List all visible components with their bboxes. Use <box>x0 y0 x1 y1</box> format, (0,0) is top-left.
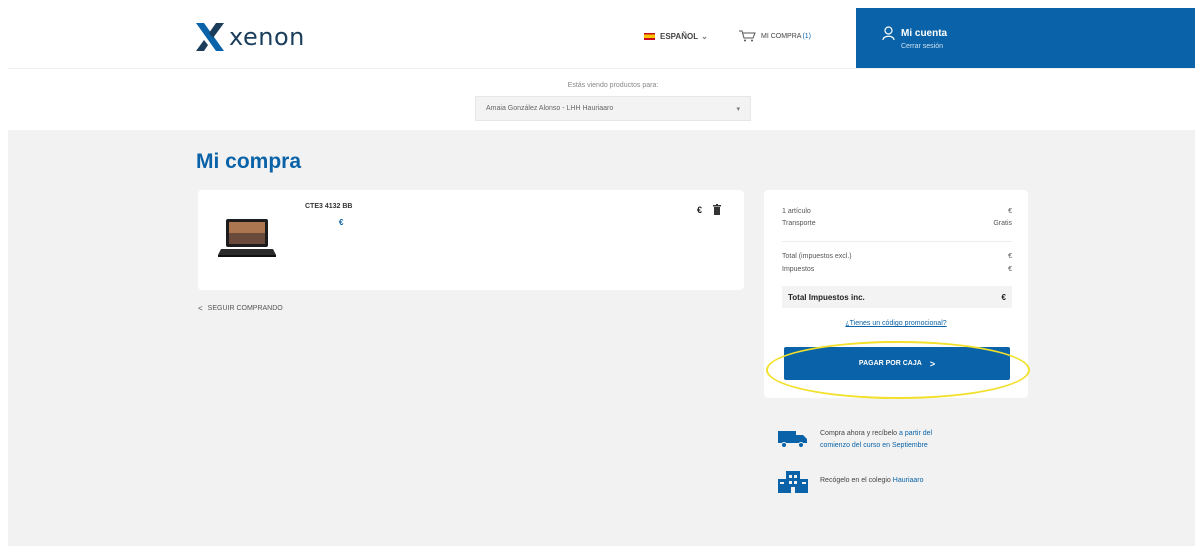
account-title[interactable]: Mi cuenta <box>901 28 947 39</box>
subtotal-value: € <box>1008 253 1012 260</box>
summary-divider <box>782 241 1012 242</box>
shipping-label: Transporte <box>782 220 816 227</box>
delivery-text: Compra ahora y recíbelo a partir del com… <box>820 428 932 452</box>
delivery-date-line2: comienzo del curso en Septiembre <box>820 442 928 449</box>
school-building-icon <box>778 471 808 493</box>
taxes-value: € <box>1008 266 1012 273</box>
promo-code-link[interactable]: ¿Tienes un código promocional? <box>764 320 1028 327</box>
cart-item-card: CTE3 4132 BB € € <box>198 190 744 290</box>
xenon-x-logo-icon <box>196 23 224 51</box>
student-select-value: Amaia González Alonso - LHH Hauriaaro <box>486 105 614 112</box>
chevron-right-icon: > <box>929 358 936 369</box>
page-title: Mi compra <box>196 150 302 173</box>
items-value: € <box>1008 208 1012 215</box>
user-icon <box>882 26 895 41</box>
pickup-school-link: Hauriaaro <box>892 477 924 484</box>
trash-icon[interactable] <box>713 204 721 215</box>
viewing-label: Estás viendo productos para: <box>567 82 659 89</box>
checkout-button[interactable]: PAGAR POR CAJA > <box>784 347 1010 380</box>
shipping-value: Gratis <box>993 220 1012 227</box>
account-panel[interactable]: Mi cuenta Cerrar sesión <box>856 8 1195 68</box>
total-label: Total Impuestos inc. <box>788 292 865 302</box>
cart-link[interactable]: MI COMPRA (1) <box>739 30 811 42</box>
pickup-info: Recógelo en el colegio Hauriaaro <box>778 471 924 493</box>
product-price: € <box>339 218 344 227</box>
chevron-left-icon: < <box>198 304 203 313</box>
student-selector-bar: Estás viendo productos para: Amaia Gonzá… <box>8 68 1195 130</box>
spain-flag-icon <box>644 33 655 40</box>
logo-text: xenon <box>229 23 305 51</box>
keep-shopping-label: SEGUIR COMPRANDO <box>207 305 283 312</box>
delivery-text-main: Compra ahora y recíbelo <box>820 430 898 437</box>
page: xenon ESPAÑOL ⌄ MI COMPRA (1) Mi cuenta … <box>8 8 1195 546</box>
shopping-cart-icon <box>739 30 756 42</box>
cart-count: (1) <box>802 32 812 40</box>
summary-subtotal-row: Total (impuestos excl.) € <box>782 253 1012 260</box>
taxes-label: Impuestos <box>782 266 815 273</box>
caret-down-icon: ▾ <box>736 106 740 113</box>
laptop-product-image[interactable] <box>216 215 278 265</box>
main-content: Mi compra CTE3 4132 BB € € < SEGUIR COMP… <box>8 130 1195 546</box>
logout-link[interactable]: Cerrar sesión <box>901 43 943 50</box>
summary-taxes-row: Impuestos € <box>782 266 1012 273</box>
delivery-date-link: a partir del <box>899 430 933 437</box>
total-value: € <box>1001 292 1006 302</box>
site-header: xenon ESPAÑOL ⌄ MI COMPRA (1) Mi cuenta … <box>8 8 1195 68</box>
pickup-text: Recógelo en el colegio Hauriaaro <box>820 471 924 487</box>
delivery-info: Compra ahora y recíbelo a partir del com… <box>778 428 932 452</box>
item-total-price: € <box>697 205 703 215</box>
summary-total-row: Total Impuestos inc. € <box>782 286 1012 308</box>
chevron-down-icon: ⌄ <box>701 32 708 41</box>
summary-shipping-row: Transporte Gratis <box>782 220 1012 227</box>
order-summary: 1 artículo € Transporte Gratis Total (im… <box>764 190 1028 398</box>
delivery-truck-icon <box>778 431 807 448</box>
items-label: 1 artículo <box>782 208 811 215</box>
keep-shopping-link[interactable]: < SEGUIR COMPRANDO <box>198 304 283 313</box>
pickup-text-main: Recógelo en el colegio <box>820 477 891 484</box>
student-select[interactable]: Amaia González Alonso - LHH Hauriaaro ▾ <box>475 96 751 121</box>
cart-label: MI COMPRA <box>761 32 802 40</box>
checkout-button-label: PAGAR POR CAJA <box>858 360 922 367</box>
xenon-logo[interactable]: xenon <box>195 22 305 52</box>
subtotal-label: Total (impuestos excl.) <box>782 253 852 260</box>
language-selector[interactable]: ESPAÑOL ⌄ <box>644 32 708 41</box>
language-label: ESPAÑOL <box>660 32 699 41</box>
product-code[interactable]: CTE3 4132 BB <box>305 203 352 210</box>
summary-items-row: 1 artículo € <box>782 208 1012 215</box>
